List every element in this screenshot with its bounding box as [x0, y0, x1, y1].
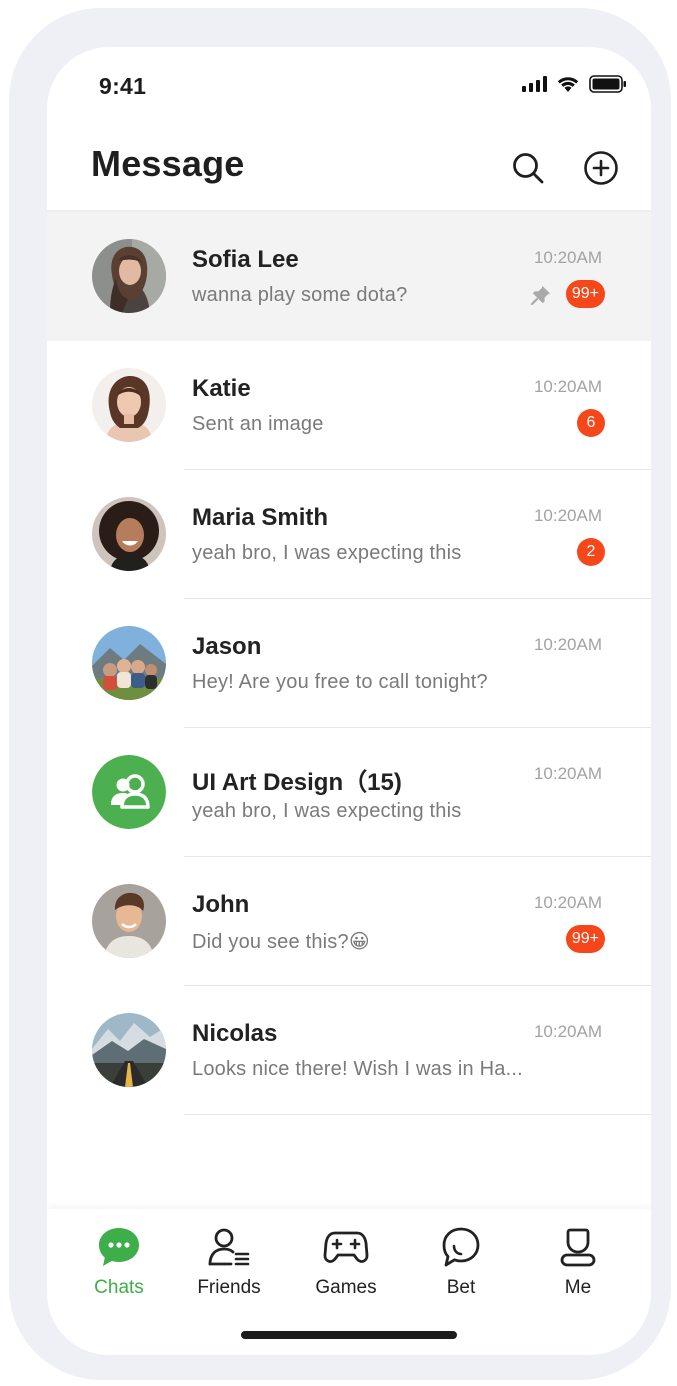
avatar [92, 626, 166, 700]
group-icon [92, 755, 166, 829]
status-time: 9:41 [99, 73, 147, 99]
pin-icon [530, 286, 550, 306]
chat-time: 10:20AM [533, 377, 602, 396]
friends-icon [208, 1228, 250, 1266]
chat-row[interactable]: Maria Smith yeah bro, I was expecting th… [47, 470, 651, 599]
chat-name: UI Art Design（15) [192, 769, 402, 796]
chat-row[interactable]: Katie Sent an image 10:20AM 6 [47, 341, 651, 470]
chat-time: 10:20AM [533, 635, 602, 654]
chat-row[interactable]: Nicolas Looks nice there! Wish I was in … [47, 986, 651, 1115]
chat-bubble-icon [99, 1228, 139, 1266]
add-button[interactable] [581, 148, 621, 188]
chat-preview: yeah bro, I was expecting this [192, 542, 462, 564]
chat-preview: Did you see this?😀 [192, 931, 370, 953]
tab-me[interactable]: Me [528, 1225, 628, 1299]
gamepad-icon [323, 1231, 369, 1263]
chat-row[interactable]: John Did you see this?😀 10:20AM 99+ [47, 857, 651, 986]
page-title: Message [91, 143, 245, 184]
chat-time: 10:20AM [533, 764, 602, 783]
unread-badge: 2 [577, 538, 605, 566]
chat-preview: Looks nice there! Wish I was in Ha... [192, 1058, 523, 1080]
chat-name: Jason [192, 633, 262, 660]
chat-preview: yeah bro, I was expecting this [192, 800, 462, 822]
unread-badge: 99+ [565, 280, 605, 308]
chat-name: Katie [192, 375, 251, 402]
wifi-icon [557, 77, 579, 92]
chat-name: John [192, 891, 250, 918]
avatar [92, 884, 166, 958]
tab-games[interactable]: Games [296, 1225, 396, 1299]
chat-list: Sofia Lee wanna play some dota? 10:20AM … [47, 212, 651, 1115]
avatar [92, 368, 166, 442]
bet-icon [442, 1227, 480, 1267]
chat-row[interactable]: UI Art Design（15) yeah bro, I was expect… [47, 728, 651, 857]
avatar [92, 239, 166, 313]
tab-friends[interactable]: Friends [179, 1225, 279, 1299]
tab-bet[interactable]: Bet [411, 1225, 511, 1299]
unread-badge: 6 [577, 409, 605, 437]
chat-time: 10:20AM [533, 1022, 602, 1041]
chat-time: 10:20AM [533, 506, 602, 525]
chat-name: Maria Smith [192, 504, 329, 531]
group-avatar [92, 755, 166, 829]
tab-label: Bet [446, 1277, 476, 1298]
plus-circle-icon [584, 151, 618, 185]
tab-chats[interactable]: Chats [69, 1225, 169, 1299]
row-divider [184, 1114, 651, 1115]
search-button[interactable] [508, 148, 548, 188]
chat-preview: Sent an image [192, 413, 324, 435]
battery-icon [589, 75, 626, 93]
chat-name: Sofia Lee [192, 246, 299, 273]
phone-screen: 9:41 Message Sofia Lee wanna play some d… [47, 47, 651, 1355]
cellular-signal-icon [522, 76, 547, 92]
avatar [92, 1013, 166, 1087]
chat-name: Nicolas [192, 1020, 278, 1047]
tab-label: Friends [197, 1277, 261, 1298]
tab-label: Chats [94, 1277, 144, 1298]
search-icon [513, 153, 544, 184]
unread-badge: 99+ [565, 925, 605, 953]
chat-row[interactable]: Sofia Lee wanna play some dota? 10:20AM … [47, 212, 651, 341]
chat-time: 10:20AM [533, 248, 602, 267]
chat-preview: Hey! Are you free to call tonight? [192, 671, 488, 693]
device-frame: 9:41 Message Sofia Lee wanna play some d… [9, 8, 671, 1380]
chat-time: 10:20AM [533, 893, 602, 912]
status-icons [522, 75, 627, 93]
profile-icon [560, 1228, 596, 1267]
tab-label: Games [315, 1277, 377, 1298]
chat-preview: wanna play some dota? [192, 284, 408, 306]
home-indicator [241, 1331, 457, 1339]
chat-row[interactable]: Jason Hey! Are you free to call tonight?… [47, 599, 651, 728]
tab-label: Me [564, 1277, 592, 1298]
avatar [92, 497, 166, 571]
